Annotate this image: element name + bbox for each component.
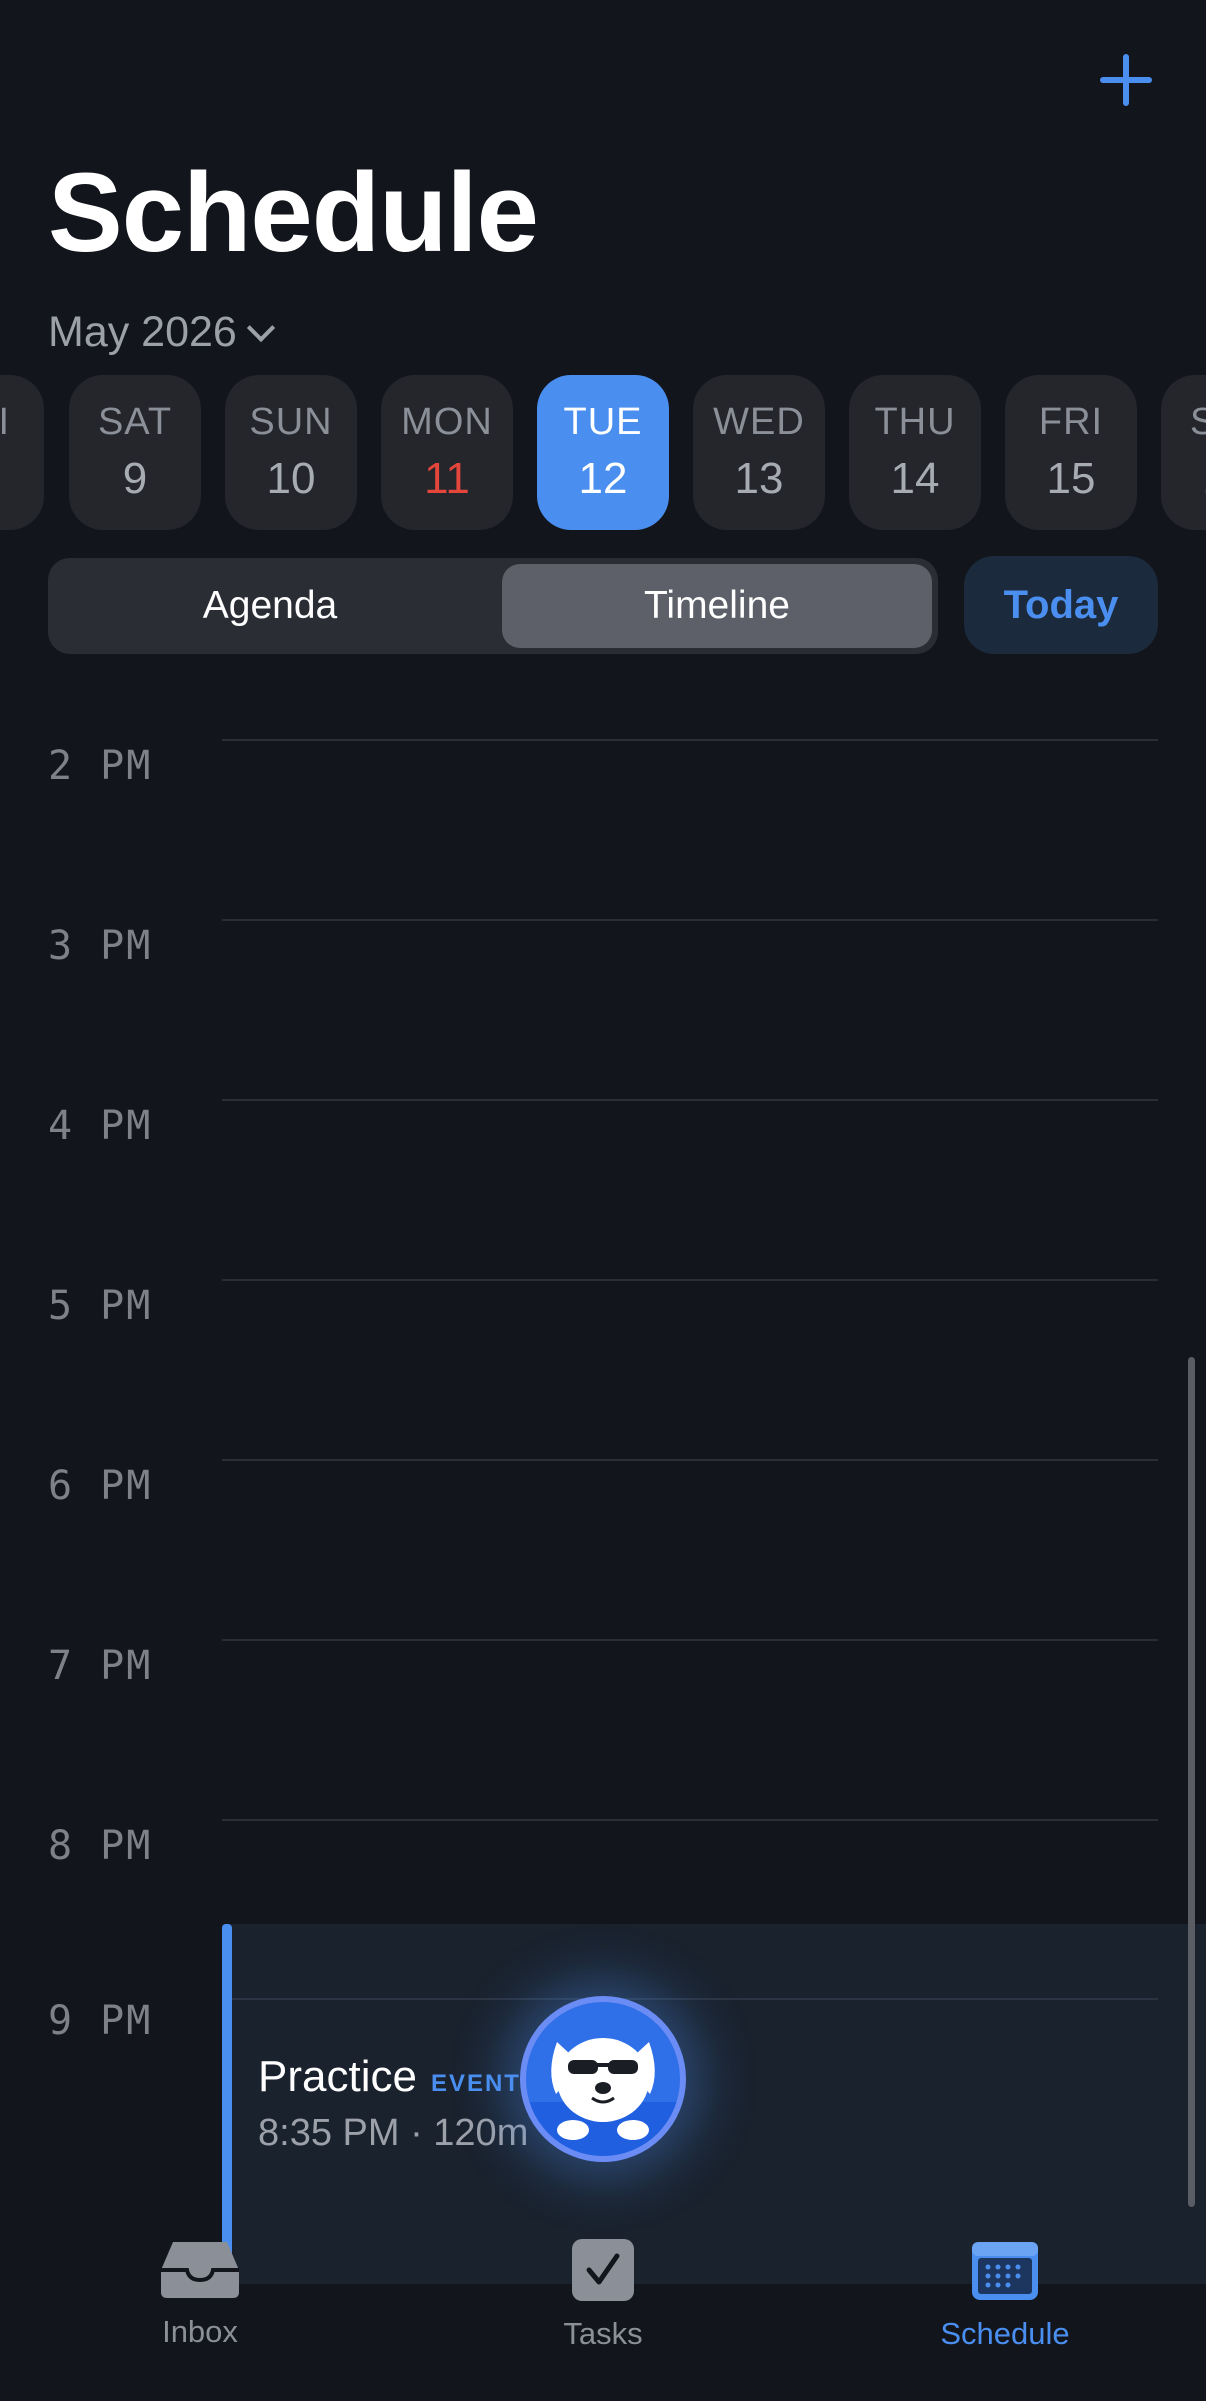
- day-pill[interactable]: SUN 10: [225, 375, 357, 530]
- today-button[interactable]: Today: [964, 556, 1158, 654]
- hour-gridline: [222, 919, 1158, 921]
- bottom-tab-bar: Inbox Tasks Schedule: [0, 2239, 1206, 2401]
- event-accent-bar: [222, 1924, 232, 2284]
- event-time: 8:35 PM · 120m: [258, 2112, 529, 2154]
- day-pill[interactable]: FRI 8: [0, 375, 44, 530]
- scrollbar[interactable]: [1188, 1357, 1195, 2207]
- day-of-week: SUN: [249, 401, 333, 443]
- hour-row: 7 PM: [0, 1639, 1206, 1699]
- hour-label: 4 PM: [48, 1103, 153, 1149]
- day-number: 16: [1203, 454, 1206, 504]
- day-pill[interactable]: THU 14: [849, 375, 981, 530]
- hour-label: 2 PM: [48, 743, 153, 789]
- add-button[interactable]: [1090, 44, 1160, 114]
- dog-mascot-icon: [526, 2038, 680, 2156]
- day-of-week: TUE: [563, 401, 643, 443]
- hour-gridline: [222, 1459, 1158, 1461]
- day-of-week: THU: [874, 401, 956, 443]
- hour-label: 3 PM: [48, 923, 153, 969]
- tab-label: Tasks: [563, 2316, 643, 2351]
- day-of-week: MON: [401, 401, 493, 443]
- event-title: Practice: [258, 2052, 417, 2101]
- day-of-week: FRI: [0, 401, 11, 443]
- hour-gridline: [232, 1998, 1158, 2000]
- hour-label: 9 PM: [48, 1998, 153, 2044]
- day-number: 9: [122, 454, 148, 503]
- tab-inbox[interactable]: Inbox: [90, 2238, 310, 2350]
- hour-row: 8 PM: [0, 1819, 1206, 1879]
- hour-row: 6 PM: [0, 1459, 1206, 1519]
- tab-label: Schedule: [940, 2316, 1070, 2351]
- hour-row: 2 PM: [0, 739, 1206, 799]
- hour-gridline: [222, 1099, 1158, 1101]
- page-title: Schedule: [48, 150, 539, 275]
- chevron-down-icon: [246, 313, 275, 342]
- hour-gridline: [222, 1819, 1158, 1821]
- assistant-mascot-button[interactable]: [520, 1996, 686, 2162]
- day-strip[interactable]: FRI 8 SAT 9 SUN 10 MON 11 TUE 12 WED 13 …: [0, 375, 1206, 530]
- day-pill-today[interactable]: MON 11: [381, 375, 513, 530]
- tab-schedule[interactable]: Schedule: [895, 2238, 1115, 2352]
- event-tag: EVENT: [430, 2070, 521, 2097]
- event-title-row: Practice EVENT: [258, 2052, 521, 2102]
- day-of-week: FRI: [1038, 401, 1104, 443]
- tab-timeline[interactable]: Timeline: [502, 564, 932, 648]
- day-of-week: WED: [713, 401, 805, 443]
- day-pill[interactable]: SAT 16: [1161, 375, 1206, 530]
- hour-row: 4 PM: [0, 1099, 1206, 1159]
- hour-label: 6 PM: [48, 1463, 153, 1509]
- day-of-week: SAT: [1189, 401, 1206, 443]
- event-card[interactable]: Practice EVENT 8:35 PM · 120m: [222, 1924, 1206, 2284]
- day-pill[interactable]: FRI 15: [1005, 375, 1137, 530]
- checkbox-icon: [572, 2239, 634, 2301]
- day-number: 12: [578, 454, 628, 503]
- day-pill[interactable]: WED 13: [693, 375, 825, 530]
- tab-agenda[interactable]: Agenda: [54, 564, 486, 648]
- hour-gridline: [222, 1279, 1158, 1281]
- hour-gridline: [222, 739, 1158, 741]
- view-segmented-control: Agenda Timeline: [48, 558, 938, 654]
- hour-label: 8 PM: [48, 1823, 153, 1869]
- day-number: 11: [424, 454, 470, 503]
- day-pill-selected[interactable]: TUE 12: [537, 375, 669, 530]
- hour-label: 7 PM: [48, 1643, 153, 1689]
- hour-label: 5 PM: [48, 1283, 153, 1329]
- day-number: 10: [266, 454, 316, 503]
- month-selector[interactable]: May 2026: [48, 308, 275, 357]
- calendar-icon: [972, 2242, 1038, 2300]
- day-pill[interactable]: SAT 9: [69, 375, 201, 530]
- day-number: 13: [734, 454, 784, 503]
- hour-row: 3 PM: [0, 919, 1206, 979]
- tab-tasks[interactable]: Tasks: [493, 2238, 713, 2352]
- month-label: May 2026: [48, 308, 237, 356]
- hour-gridline: [222, 1639, 1158, 1641]
- inbox-tray-icon: [161, 2242, 239, 2298]
- tab-label: Inbox: [162, 2314, 238, 2349]
- hour-row: 5 PM: [0, 1279, 1206, 1339]
- day-number: 14: [890, 454, 940, 503]
- day-of-week: SAT: [97, 401, 173, 443]
- day-number: 15: [1046, 454, 1096, 503]
